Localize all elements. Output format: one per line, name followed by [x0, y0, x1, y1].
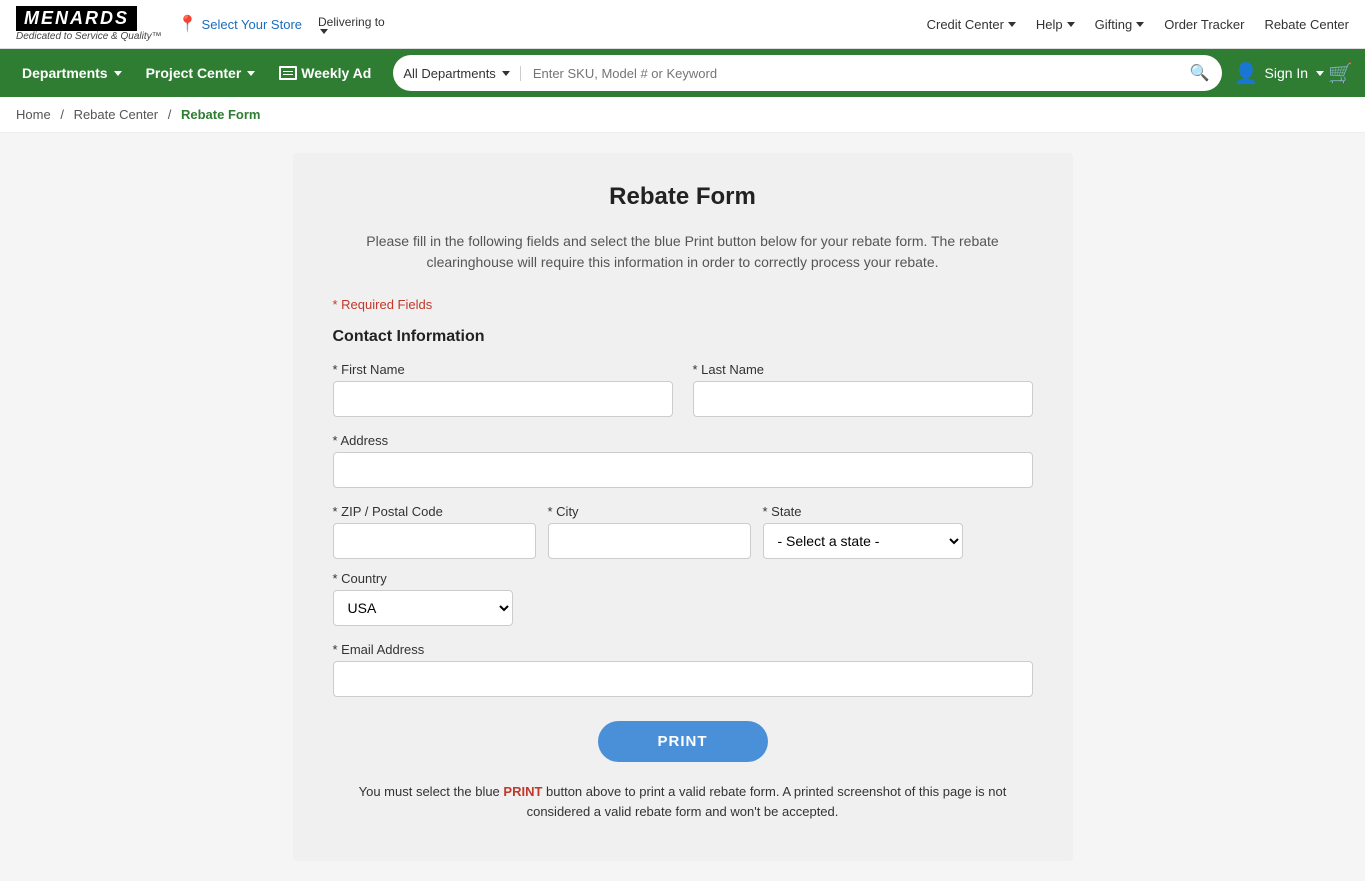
sign-in-chevron: [1316, 71, 1324, 76]
zip-group: * ZIP / Postal Code: [333, 504, 536, 559]
store-selector-label: Select Your Store: [202, 17, 302, 32]
email-group: * Email Address: [333, 642, 1033, 697]
gifting-chevron: [1136, 22, 1144, 27]
project-center-nav[interactable]: Project Center: [136, 49, 266, 97]
logo-block: MENARDS Dedicated to Service & Quality™: [16, 6, 162, 42]
main-content: Rebate Form Please fill in the following…: [293, 153, 1073, 861]
first-name-label: * First Name: [333, 362, 673, 377]
delivering-to-label: Delivering to: [318, 15, 385, 29]
delivering-to: Delivering to: [318, 15, 385, 34]
sign-in-area[interactable]: 👤 Sign In: [1234, 61, 1325, 86]
zip-input[interactable]: [333, 523, 536, 559]
print-btn-row: PRINT: [333, 721, 1033, 762]
email-row: * Email Address: [333, 642, 1033, 697]
order-tracker-link[interactable]: Order Tracker: [1164, 17, 1244, 32]
contact-section-title: Contact Information: [333, 328, 1033, 346]
state-group: * State - Select a state -: [763, 504, 963, 559]
departments-chevron: [114, 71, 122, 76]
logo: MENARDS: [16, 6, 137, 31]
name-row: * First Name * Last Name: [333, 362, 1033, 417]
credit-center-chevron: [1008, 22, 1016, 27]
breadcrumb-rebate-center[interactable]: Rebate Center: [74, 107, 159, 122]
search-input[interactable]: [521, 66, 1178, 81]
delivering-to-chevron: [320, 29, 328, 34]
location-row: * ZIP / Postal Code * City * State - Sel…: [333, 504, 1033, 626]
state-label: * State: [763, 504, 963, 519]
breadcrumb-sep-1: /: [60, 107, 64, 122]
search-bar: All Departments 🔍: [393, 55, 1221, 91]
breadcrumb-home[interactable]: Home: [16, 107, 51, 122]
departments-nav[interactable]: Departments: [12, 49, 132, 97]
print-button[interactable]: PRINT: [598, 721, 768, 762]
required-note: * Required Fields: [333, 297, 1033, 312]
logo-subtitle: Dedicated to Service & Quality™: [16, 31, 162, 42]
form-description: Please fill in the following fields and …: [333, 231, 1033, 273]
cart-icon[interactable]: 🛒: [1328, 61, 1353, 86]
search-dept-selector[interactable]: All Departments: [393, 66, 520, 81]
address-row: * Address: [333, 433, 1033, 488]
last-name-group: * Last Name: [693, 362, 1033, 417]
email-label: * Email Address: [333, 642, 1033, 657]
city-group: * City: [548, 504, 751, 559]
first-name-input[interactable]: [333, 381, 673, 417]
top-bar-right: Credit Center Help Gifting Order Tracker…: [927, 17, 1349, 32]
weekly-ad-icon: [279, 66, 297, 80]
help-link[interactable]: Help: [1036, 17, 1075, 32]
search-dept-chevron: [502, 71, 510, 76]
search-button[interactable]: 🔍: [1178, 63, 1222, 83]
breadcrumb-current: Rebate Form: [181, 107, 260, 122]
zip-label: * ZIP / Postal Code: [333, 504, 536, 519]
credit-center-link[interactable]: Credit Center: [927, 17, 1016, 32]
top-bar: MENARDS Dedicated to Service & Quality™ …: [0, 0, 1365, 49]
last-name-input[interactable]: [693, 381, 1033, 417]
country-label: * Country: [333, 571, 513, 586]
address-label: * Address: [333, 433, 1033, 448]
print-highlight: PRINT: [503, 784, 542, 799]
breadcrumb-sep-2: /: [168, 107, 172, 122]
last-name-label: * Last Name: [693, 362, 1033, 377]
country-select[interactable]: USA: [333, 590, 513, 626]
address-group: * Address: [333, 433, 1033, 488]
nav-bar: Departments Project Center Weekly Ad All…: [0, 49, 1365, 97]
state-select[interactable]: - Select a state -: [763, 523, 963, 559]
location-icon: 📍: [178, 14, 198, 34]
store-selector[interactable]: 📍 Select Your Store: [178, 14, 302, 34]
rebate-center-link[interactable]: Rebate Center: [1264, 17, 1349, 32]
form-title: Rebate Form: [333, 183, 1033, 211]
project-center-chevron: [247, 71, 255, 76]
email-input[interactable]: [333, 661, 1033, 697]
gifting-link[interactable]: Gifting: [1095, 17, 1145, 32]
breadcrumb: Home / Rebate Center / Rebate Form: [0, 97, 1365, 133]
city-label: * City: [548, 504, 751, 519]
country-group: * Country USA: [333, 571, 513, 626]
city-input[interactable]: [548, 523, 751, 559]
address-input[interactable]: [333, 452, 1033, 488]
first-name-group: * First Name: [333, 362, 673, 417]
user-icon: 👤: [1234, 61, 1259, 86]
weekly-ad-nav[interactable]: Weekly Ad: [269, 49, 381, 97]
help-chevron: [1067, 22, 1075, 27]
print-notice: You must select the blue PRINT button ab…: [333, 782, 1033, 821]
top-bar-left: MENARDS Dedicated to Service & Quality™ …: [16, 6, 385, 42]
